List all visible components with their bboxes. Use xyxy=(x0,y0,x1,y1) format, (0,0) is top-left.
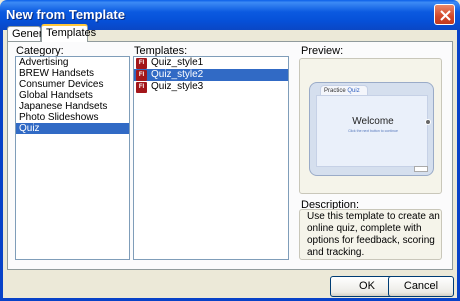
category-item-quiz[interactable]: Quiz xyxy=(16,123,129,134)
tab-templates[interactable]: Templates xyxy=(41,24,96,42)
flash-file-icon: Fl xyxy=(136,57,147,69)
template-item-quiz-style3[interactable]: Fl Quiz_style3 xyxy=(134,81,288,93)
category-item-japanese-handsets[interactable]: Japanese Handsets xyxy=(16,101,129,112)
preview-footer-badge xyxy=(414,166,428,172)
template-item-label: Quiz_style2 xyxy=(151,69,204,80)
flash-file-icon: Fl xyxy=(136,81,147,93)
preview-label: Preview: xyxy=(301,45,344,57)
description-text: Use this template to create an online qu… xyxy=(307,211,440,258)
template-item-quiz-style2[interactable]: Fl Quiz_style2 xyxy=(134,69,288,81)
templates-list[interactable]: Fl Quiz_style1 Fl Quiz_style2 Fl Quiz_st… xyxy=(133,56,289,260)
template-item-quiz-style1[interactable]: Fl Quiz_style1 xyxy=(134,57,288,69)
tab-general[interactable]: General xyxy=(7,26,51,41)
category-item-consumer-devices[interactable]: Consumer Devices xyxy=(16,79,129,90)
category-item-advertising[interactable]: Advertising xyxy=(16,57,129,68)
cancel-button[interactable]: Cancel xyxy=(388,276,454,297)
preview-image: Practice Quiz Welcome Click the next but… xyxy=(309,82,434,176)
preview-welcome: Welcome xyxy=(352,116,394,127)
template-item-label: Quiz_style3 xyxy=(151,81,204,92)
preview-tab-word: Quiz xyxy=(347,88,360,94)
category-item-photo-slideshows[interactable]: Photo Slideshows xyxy=(16,112,129,123)
template-item-label: Quiz_style1 xyxy=(151,57,204,68)
close-button[interactable] xyxy=(434,4,455,25)
close-icon xyxy=(440,10,451,21)
preview-subtitle: Click the next button to continue xyxy=(348,129,398,133)
flash-file-icon: Fl xyxy=(136,69,147,81)
preview-next-icon xyxy=(425,119,431,125)
preview-tab-prefix: Practice xyxy=(324,88,346,94)
category-item-global-handsets[interactable]: Global Handsets xyxy=(16,90,129,101)
category-list[interactable]: Advertising BREW Handsets Consumer Devic… xyxy=(15,56,130,260)
preview-screen: Welcome Click the next button to continu… xyxy=(316,95,428,167)
window-title: New from Template xyxy=(6,7,125,22)
category-item-brew-handsets[interactable]: BREW Handsets xyxy=(16,68,129,79)
